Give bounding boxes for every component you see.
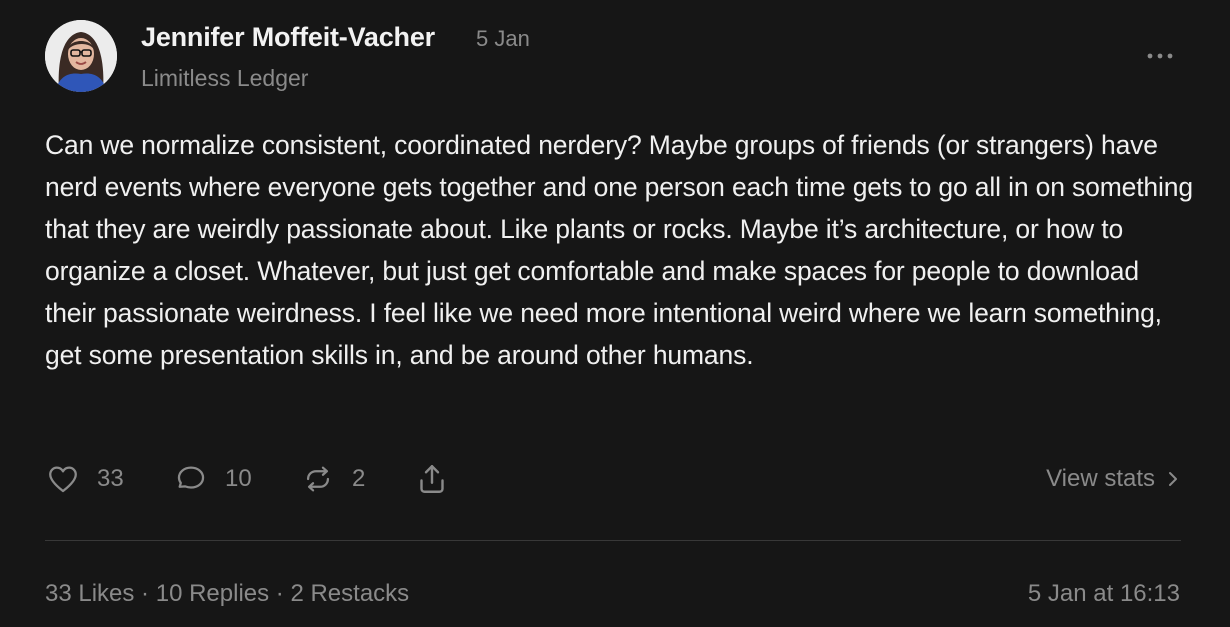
- comment-icon: [177, 466, 205, 489]
- divider: [45, 540, 1181, 541]
- restack-count: 2: [352, 465, 366, 492]
- more-dots-icon: [1147, 53, 1173, 59]
- separator: ·: [269, 580, 291, 607]
- likes-summary-link[interactable]: 33 Likes: [45, 580, 134, 607]
- reply-button[interactable]: 10: [173, 458, 252, 500]
- heart-icon: [49, 466, 77, 493]
- note-card: Jennifer Moffeit-Vacher 5 Jan Limitless …: [0, 0, 1230, 627]
- separator: ·: [134, 580, 156, 607]
- share-icon: [420, 465, 444, 493]
- engagement-summary: 33 Likes · 10 Replies · 2 Restacks: [45, 580, 409, 608]
- view-stats-label: View stats: [1046, 465, 1155, 492]
- avatar-image: [45, 20, 117, 92]
- like-button[interactable]: 33: [45, 458, 124, 500]
- restack-button[interactable]: 2: [300, 458, 365, 500]
- share-button[interactable]: [414, 458, 450, 500]
- more-options-button[interactable]: [1142, 42, 1178, 70]
- reply-count: 10: [225, 465, 252, 492]
- chevron-right-icon: [1169, 472, 1177, 486]
- post-timestamp: 5 Jan at 16:13: [1027, 580, 1180, 607]
- avatar[interactable]: [45, 20, 117, 92]
- author-name[interactable]: Jennifer Moffeit-Vacher: [141, 22, 435, 53]
- restacks-summary-link[interactable]: 2 Restacks: [290, 580, 409, 607]
- like-count: 33: [97, 465, 124, 492]
- restack-icon: [306, 466, 330, 492]
- replies-summary-link[interactable]: 10 Replies: [156, 580, 269, 607]
- view-stats-link[interactable]: View stats: [1046, 458, 1185, 500]
- post-date[interactable]: 5 Jan: [476, 26, 530, 52]
- publication-name[interactable]: Limitless Ledger: [141, 65, 308, 92]
- action-bar: 33 10 2 View stats: [45, 458, 1185, 500]
- note-body: Can we normalize consistent, coordinated…: [45, 130, 1193, 370]
